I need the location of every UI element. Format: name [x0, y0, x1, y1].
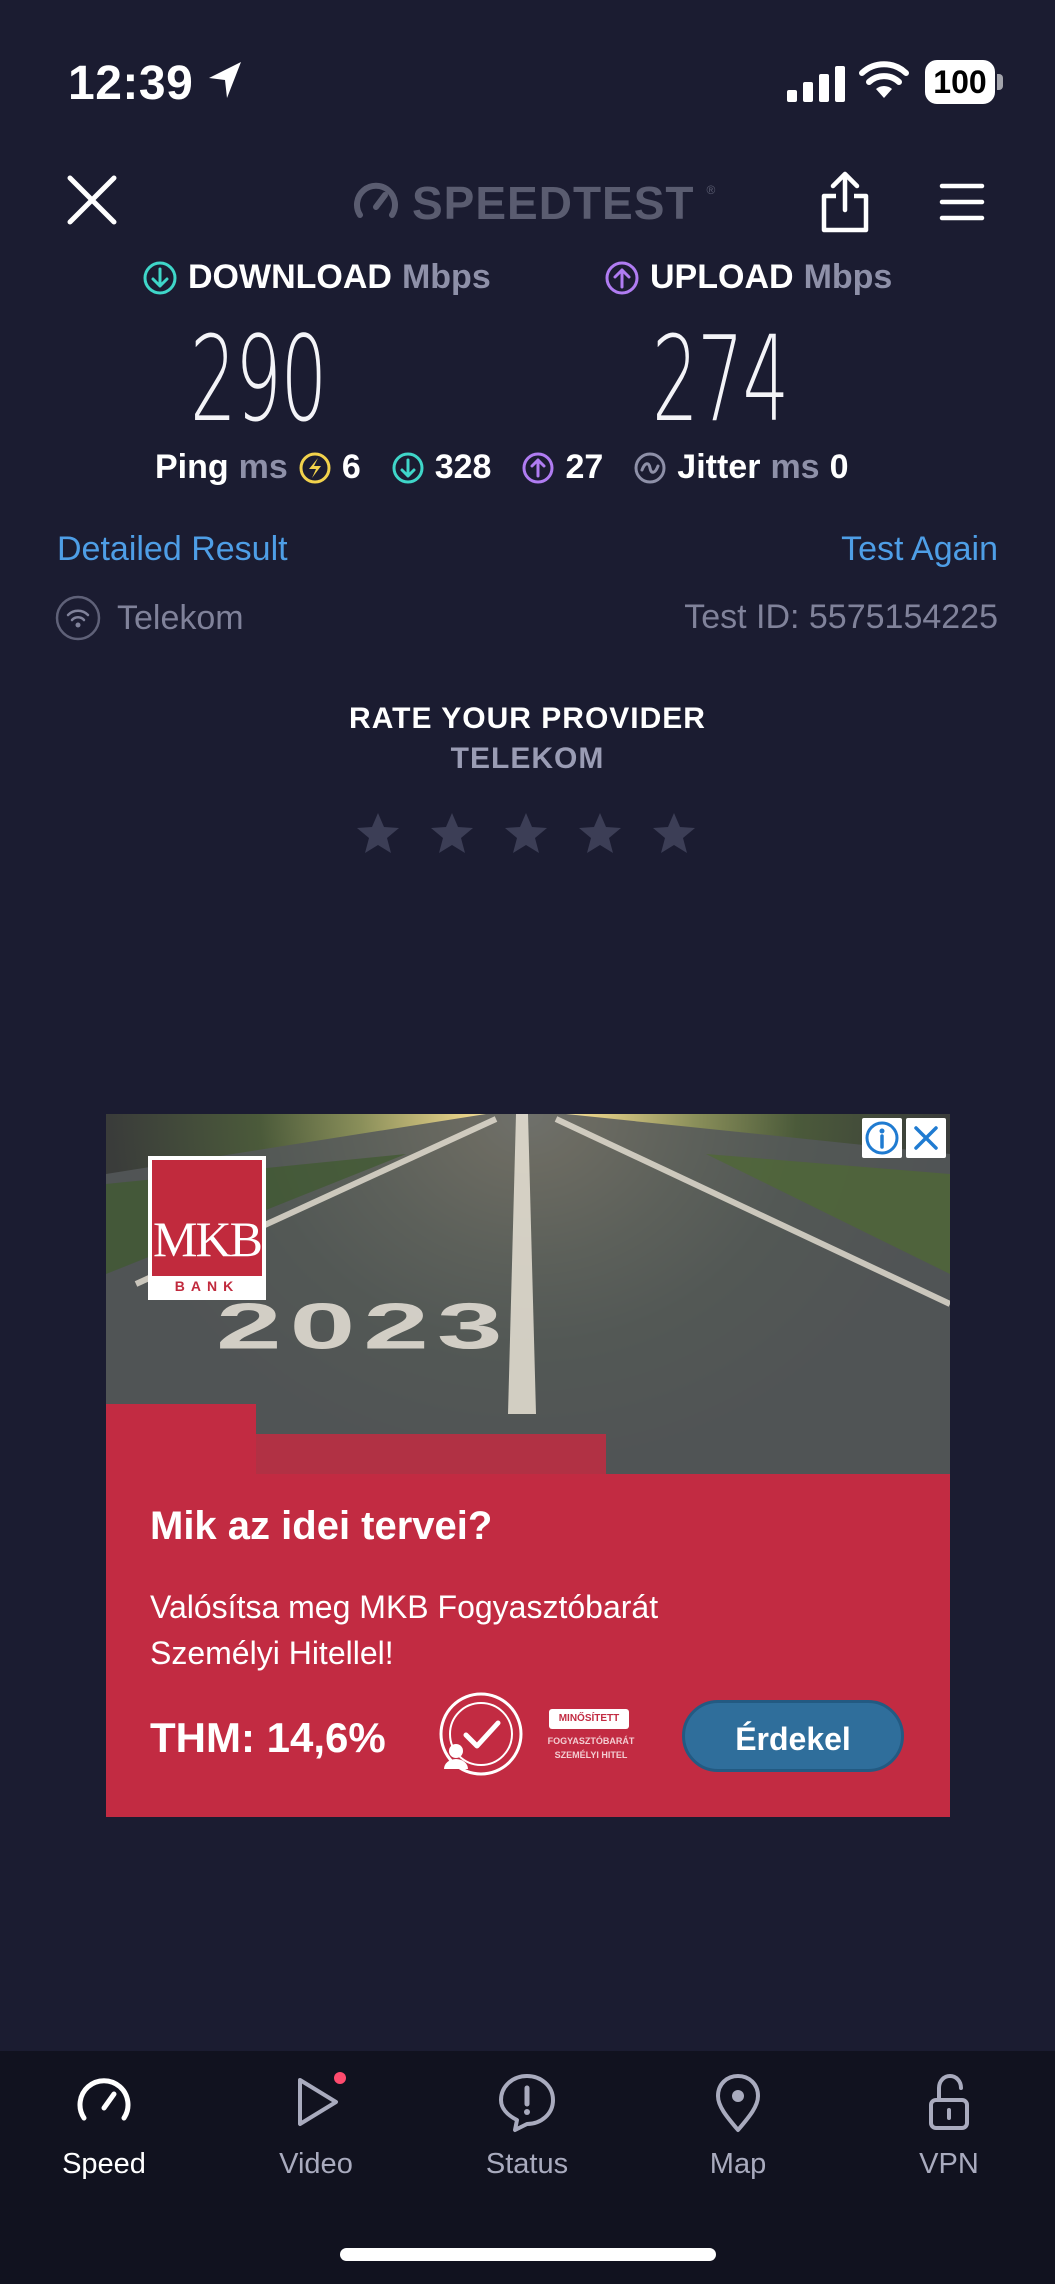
status-time: 12:39: [68, 57, 194, 110]
ad-red-band-corner: [106, 1404, 256, 1474]
battery-icon: 100: [925, 60, 1003, 104]
star-icon-5[interactable]: [651, 810, 697, 856]
share-icon[interactable]: [818, 170, 872, 234]
upload-label: UPLOAD: [650, 258, 794, 296]
upload-arrow-icon: [605, 261, 639, 294]
ad-body-text: Valósítsa meg MKB Fogyasztóbarát Személy…: [150, 1589, 659, 1671]
ad-badge-label: MINŐSÍTETT: [549, 1709, 629, 1729]
ping-idle-value: 6: [341, 448, 361, 486]
download-value: 290: [190, 310, 327, 448]
download-header: DOWNLOAD Mbps: [142, 258, 491, 297]
wifi-provider-icon: [55, 595, 101, 641]
star-icon-4[interactable]: [577, 810, 623, 856]
speedtest-result-screen: 12:39 100 SPEEDTEST ® DOWNLOAD Mbps 290 …: [0, 0, 1055, 2284]
map-pin-icon: [716, 2074, 760, 2132]
alert-icon: [499, 2074, 555, 2132]
ad-year-text: 2023: [216, 1290, 511, 1363]
ping-idle-icon: [299, 452, 331, 483]
tab-status-label: Status: [485, 2148, 569, 2180]
tab-status[interactable]: Status: [437, 2070, 617, 2181]
jitter-label: Jitter: [677, 448, 761, 486]
star-icon-3[interactable]: [503, 810, 549, 856]
brand-trademark: ®: [706, 183, 716, 197]
tab-speed[interactable]: Speed: [14, 2070, 194, 2181]
battery-level: 100: [933, 64, 987, 100]
ad-close-icon[interactable]: [906, 1118, 946, 1158]
ad-thm-rate: THM: 14,6%: [150, 1714, 386, 1761]
gauge-logo-icon: [354, 182, 398, 218]
speedtest-logo: SPEEDTEST ®: [352, 175, 715, 231]
tab-map-label: Map: [709, 2148, 767, 2180]
ping-label: Ping: [155, 448, 229, 486]
unlock-icon: [929, 2073, 969, 2130]
ad-headline: Mik az idei tervei?: [150, 1504, 493, 1548]
jitter-icon: [634, 452, 666, 483]
play-icon: [298, 2072, 346, 2126]
notification-dot: [334, 2072, 346, 2084]
ping-download-icon: [392, 452, 424, 483]
tab-speed-label: Speed: [62, 2148, 146, 2180]
upload-unit: Mbps: [803, 258, 893, 296]
brand-name: SPEEDTEST: [412, 177, 695, 229]
ad-badge-subtext: FOGYASZTÓBARÁT SZEMÉLYI HITEL: [547, 1736, 635, 1760]
download-label: DOWNLOAD: [188, 258, 392, 296]
star-icon-1[interactable]: [355, 810, 401, 856]
tab-vpn-label: VPN: [919, 2148, 979, 2180]
ad-cta-button[interactable]: Érdekel: [682, 1700, 904, 1772]
upload-value: 274: [652, 310, 789, 448]
ping-jitter-row: Ping ms 6 328 27 Jitter ms 0: [155, 448, 849, 487]
test-again-link[interactable]: Test Again: [841, 530, 998, 569]
jitter-unit: ms: [770, 448, 820, 486]
location-arrow-icon: [209, 62, 241, 98]
download-arrow-icon: [143, 261, 177, 294]
mkb-bank-logo: MKB BANK: [148, 1156, 266, 1300]
jitter-value: 0: [829, 448, 849, 486]
ping-download-value: 328: [434, 448, 492, 486]
rate-provider-title: RATE YOUR PROVIDER: [349, 702, 706, 735]
home-indicator[interactable]: [340, 2248, 716, 2261]
menu-icon[interactable]: [938, 180, 986, 224]
star-icon-2[interactable]: [429, 810, 475, 856]
status-bar: 12:39 100: [0, 0, 1055, 165]
close-icon[interactable]: [62, 170, 122, 230]
rate-provider-name: TELEKOM: [450, 742, 605, 775]
certified-check-icon: [439, 1692, 523, 1776]
provider-name: Telekom: [117, 598, 244, 637]
cellular-signal-icon: [787, 62, 845, 102]
detailed-result-link[interactable]: Detailed Result: [57, 530, 288, 569]
advertisement-banner[interactable]: 2023 MKB BANK Mik az idei tervei? Valósí…: [106, 1114, 950, 1817]
result-links: Detailed Result Test Again: [57, 530, 998, 569]
tab-video-label: Video: [279, 2148, 353, 2180]
ping-unit: ms: [238, 448, 288, 486]
ad-info-icon[interactable]: [862, 1118, 902, 1158]
tab-video[interactable]: Video: [226, 2070, 406, 2181]
test-id: Test ID: 5575154225: [684, 598, 998, 636]
ping-upload-icon: [522, 452, 554, 483]
speedometer-icon: [77, 2078, 131, 2121]
wifi-icon: [859, 61, 909, 98]
tab-vpn[interactable]: VPN: [859, 2070, 1039, 2181]
ping-upload-value: 27: [565, 448, 604, 486]
provider-info: Telekom: [55, 595, 244, 641]
download-unit: Mbps: [401, 258, 491, 296]
tab-map[interactable]: Map: [648, 2070, 828, 2181]
upload-header: UPLOAD Mbps: [604, 258, 892, 297]
star-rating: [355, 810, 697, 856]
